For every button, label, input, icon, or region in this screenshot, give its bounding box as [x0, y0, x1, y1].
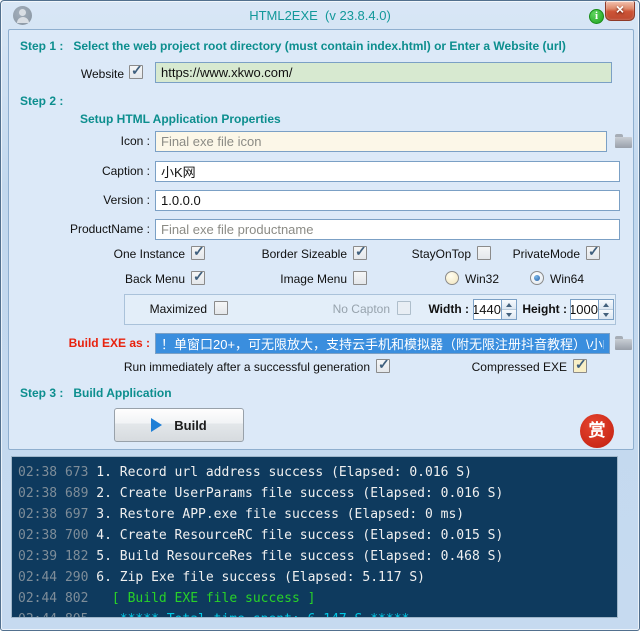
- icon-browse-button[interactable]: [615, 134, 633, 148]
- back-menu-checkbox[interactable]: [191, 271, 205, 285]
- back-menu-label: Back Menu: [75, 272, 185, 286]
- log-row: 02:38 700 4. Create ResourceRC file succ…: [18, 525, 611, 546]
- width-label: Width :: [414, 302, 469, 316]
- log-row: 02:38 697 3. Restore APP.exe file succes…: [18, 504, 611, 525]
- log-row: 02:44 805 ***** Total time spent: 6.147 …: [18, 609, 611, 618]
- website-label: Website: [24, 67, 124, 81]
- log-row: 02:38 689 2. Create UserParams file succ…: [18, 483, 611, 504]
- build-button[interactable]: Build: [114, 408, 244, 442]
- log-message-total-time: ***** Total time spent: 6.147 S *****: [96, 612, 409, 618]
- icon-input[interactable]: [155, 131, 607, 152]
- caption-label: Caption :: [24, 164, 150, 178]
- log-message: 2. Create UserParams file success (Elaps…: [96, 486, 503, 501]
- log-time: 02:44 290: [18, 570, 88, 585]
- stay-on-top-label: StayOnTop: [361, 247, 471, 261]
- icon-label: Icon :: [24, 134, 150, 148]
- titlebar: HTML2EXE (v 23.8.4.0) i ×: [1, 1, 639, 29]
- height-spin-buttons: [598, 300, 613, 319]
- website-input[interactable]: [155, 62, 612, 83]
- step2-heading: Step 2 :: [20, 94, 63, 108]
- win32-radio[interactable]: [445, 271, 459, 285]
- compressed-exe-checkbox[interactable]: [573, 359, 587, 373]
- log-message: 1. Record url address success (Elapsed: …: [96, 465, 472, 480]
- log-time: 02:38 673: [18, 465, 88, 480]
- log-row: 02:39 182 5. Build ResourceRes file succ…: [18, 546, 611, 567]
- website-checkbox[interactable]: [129, 65, 143, 79]
- win32-label: Win32: [465, 272, 499, 286]
- height-spin-down-button[interactable]: [599, 310, 613, 319]
- image-menu-label: Image Menu: [237, 272, 347, 286]
- log-message: 3. Restore APP.exe file success (Elapsed…: [96, 507, 464, 522]
- width-value[interactable]: 1440: [474, 300, 501, 319]
- version-input[interactable]: [155, 190, 620, 211]
- close-button[interactable]: ×: [605, 1, 635, 21]
- folder-icon: [615, 339, 632, 350]
- win64-label: Win64: [550, 272, 584, 286]
- border-sizeable-label: Border Sizeable: [237, 247, 347, 261]
- build-log[interactable]: 02:38 673 1. Record url address success …: [11, 456, 618, 618]
- compressed-exe-label: Compressed EXE: [457, 360, 567, 374]
- caption-input[interactable]: [155, 161, 620, 182]
- log-row: 02:38 673 1. Record url address success …: [18, 462, 611, 483]
- height-spin-up-button[interactable]: [599, 300, 613, 310]
- log-time: 02:38 700: [18, 528, 88, 543]
- build-exe-as-label: Build EXE as :: [24, 336, 150, 350]
- log-message: 6. Zip Exe file success (Elapsed: 5.117 …: [96, 570, 425, 585]
- step3-heading: Step 3 :: [20, 386, 63, 400]
- log-message: 5. Build ResourceRes file success (Elaps…: [96, 549, 503, 564]
- maximized-label: Maximized: [107, 302, 207, 316]
- win64-radio[interactable]: [530, 271, 544, 285]
- width-spinner: 1440: [473, 299, 517, 320]
- private-mode-label: PrivateMode: [470, 247, 580, 261]
- step1-heading: Step 1 :: [20, 39, 63, 53]
- window-title: HTML2EXE (v 23.8.4.0): [1, 8, 639, 23]
- step3-subheading: Build Application: [73, 386, 171, 400]
- app-window: HTML2EXE (v 23.8.4.0) i × Step 1 : Selec…: [0, 0, 640, 631]
- log-row: 02:44 290 6. Zip Exe file success (Elaps…: [18, 567, 611, 588]
- build-button-label: Build: [174, 418, 207, 433]
- log-message-success: [ Build EXE file success ]: [96, 591, 315, 606]
- height-label: Height :: [512, 302, 567, 316]
- play-icon: [151, 418, 162, 432]
- main-panel: Step 1 : Select the web project root dir…: [8, 29, 634, 450]
- step1-description: Select the web project root directory (m…: [73, 39, 566, 53]
- height-spinner: 1000: [570, 299, 614, 320]
- log-time: 02:38 697: [18, 507, 88, 522]
- image-menu-checkbox[interactable]: [353, 271, 367, 285]
- log-time: 02:39 182: [18, 549, 88, 564]
- log-time: 02:38 689: [18, 486, 88, 501]
- step3-row: Step 3 : Build Application: [20, 386, 172, 400]
- height-value[interactable]: 1000: [571, 300, 598, 319]
- log-row: 02:44 802 [ Build EXE file success ]: [18, 588, 611, 609]
- folder-icon: [615, 137, 632, 148]
- log-time: 02:44 805: [18, 612, 88, 618]
- step2-subheading: Setup HTML Application Properties: [80, 112, 281, 126]
- no-caption-label: No Capton: [290, 302, 390, 316]
- build-exe-browse-button[interactable]: [615, 336, 633, 350]
- no-caption-checkbox: [397, 301, 411, 315]
- productname-label: ProductName :: [24, 222, 150, 236]
- one-instance-checkbox[interactable]: [191, 246, 205, 260]
- productname-input[interactable]: [155, 219, 620, 240]
- private-mode-checkbox[interactable]: [586, 246, 600, 260]
- info-icon[interactable]: i: [589, 9, 604, 24]
- one-instance-label: One Instance: [75, 247, 185, 261]
- maximized-checkbox[interactable]: [214, 301, 228, 315]
- reward-button[interactable]: 赏: [580, 414, 614, 448]
- log-message: 4. Create ResourceRC file success (Elaps…: [96, 528, 503, 543]
- run-immediately-checkbox[interactable]: [376, 359, 390, 373]
- log-time: 02:44 802: [18, 591, 88, 606]
- run-immediately-label: Run immediately after a successful gener…: [90, 360, 370, 374]
- step1-row: Step 1 : Select the web project root dir…: [20, 39, 566, 53]
- build-exe-as-input[interactable]: [155, 333, 610, 354]
- version-label: Version :: [24, 193, 150, 207]
